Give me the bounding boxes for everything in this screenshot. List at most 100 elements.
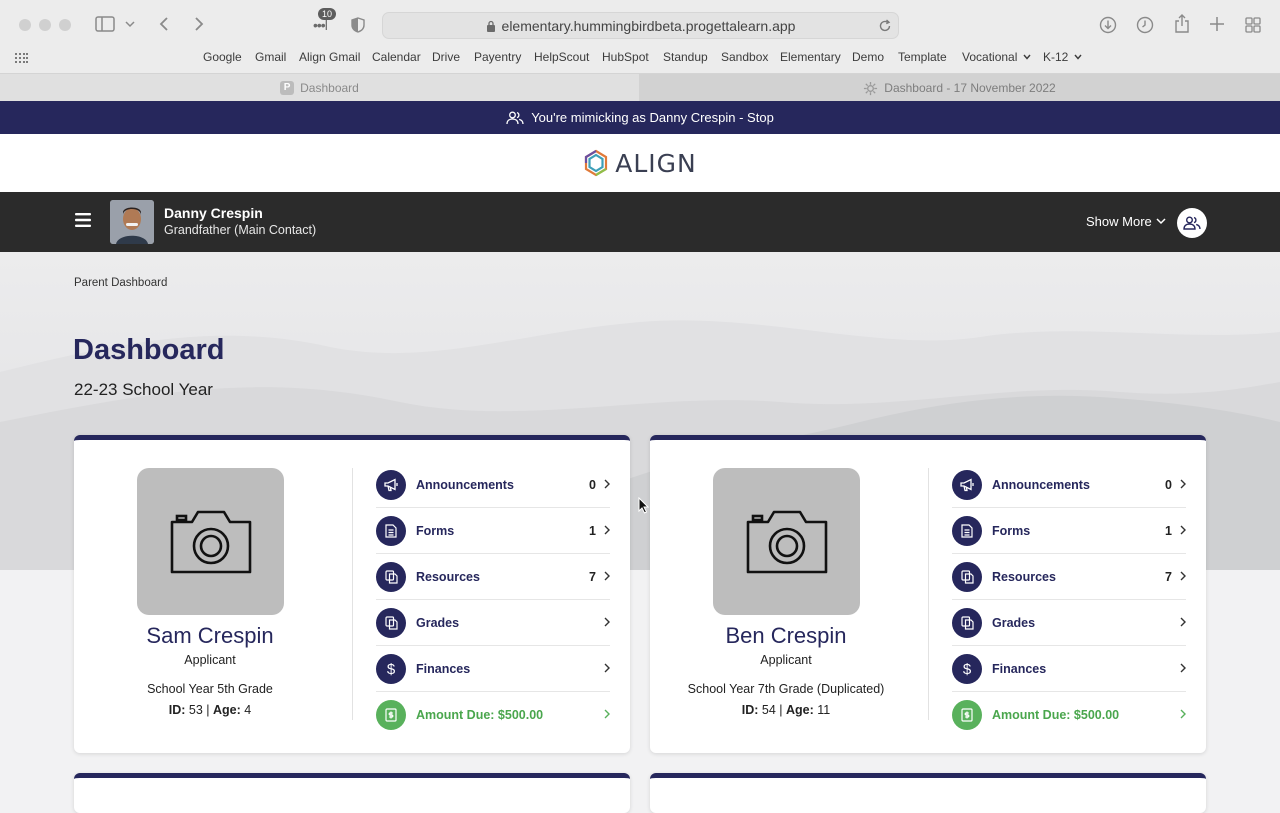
chevron-down-icon bbox=[1156, 218, 1166, 225]
apps-grid-icon[interactable] bbox=[15, 53, 28, 63]
grades-row[interactable]: Grades bbox=[376, 600, 610, 646]
age-label: Age: bbox=[786, 703, 814, 717]
camera-icon bbox=[746, 510, 827, 573]
id-label: ID: bbox=[168, 703, 186, 717]
bookmark-google[interactable]: Google bbox=[203, 50, 242, 64]
row-count: 7 bbox=[1165, 570, 1172, 584]
student-age: 4 bbox=[244, 703, 252, 717]
copy-icon bbox=[376, 608, 406, 638]
resources-row[interactable]: Resources 7 bbox=[376, 554, 610, 600]
chevron-right-icon bbox=[1180, 709, 1186, 719]
close-window-icon[interactable] bbox=[19, 19, 31, 31]
bookmark-template[interactable]: Template bbox=[898, 50, 947, 64]
sidebar-toggle-icon[interactable] bbox=[95, 16, 115, 32]
chevron-right-icon bbox=[604, 571, 610, 581]
student-name[interactable]: Sam Crespin bbox=[74, 623, 350, 649]
bookmark-folder-vocational[interactable]: Vocational bbox=[962, 50, 1031, 64]
row-label: Grades bbox=[992, 616, 1036, 630]
bookmark-drive[interactable]: Drive bbox=[432, 50, 460, 64]
bookmark-sandbox[interactable]: Sandbox bbox=[721, 50, 768, 64]
bookmark-elementary[interactable]: Elementary bbox=[780, 50, 841, 64]
chevron-right-icon bbox=[604, 709, 610, 719]
invoice-icon bbox=[376, 700, 406, 730]
student-age: 11 bbox=[817, 703, 831, 717]
megaphone-icon bbox=[952, 470, 982, 500]
tab-overview-icon[interactable]: 10 •••l bbox=[312, 8, 342, 34]
chevron-right-icon bbox=[604, 663, 610, 673]
bookmark-standup[interactable]: Standup bbox=[663, 50, 708, 64]
chevron-right-icon bbox=[1180, 571, 1186, 581]
bookmark-demo[interactable]: Demo bbox=[852, 50, 884, 64]
forward-icon[interactable] bbox=[193, 16, 205, 32]
shield-icon[interactable] bbox=[351, 17, 365, 33]
student-links: Announcements 0 Forms 1 Resources 7 Grad… bbox=[952, 462, 1186, 738]
share-icon[interactable] bbox=[1174, 14, 1190, 34]
chevron-right-icon bbox=[1180, 479, 1186, 489]
bookmark-align-gmail[interactable]: Align Gmail bbox=[299, 50, 360, 64]
student-name[interactable]: Ben Crespin bbox=[650, 623, 926, 649]
student-status: Applicant bbox=[760, 653, 812, 667]
mimic-banner-text: You're mimicking as Danny Crespin - Stop bbox=[531, 110, 774, 125]
row-count: 0 bbox=[589, 478, 596, 492]
hamburger-menu-icon[interactable] bbox=[75, 213, 91, 227]
resources-row[interactable]: Resources 7 bbox=[952, 554, 1186, 600]
show-more-label: Show More bbox=[1086, 214, 1152, 229]
dollar-icon: $ bbox=[952, 654, 982, 684]
student-photo-placeholder[interactable] bbox=[137, 468, 284, 615]
amount-due-row[interactable]: Amount Due: $500.00 bbox=[376, 692, 610, 738]
grades-row[interactable]: Grades bbox=[952, 600, 1186, 646]
reload-icon[interactable] bbox=[878, 19, 892, 33]
user-bar: Danny Crespin Grandfather (Main Contact)… bbox=[0, 192, 1280, 252]
bookmarks-bar: Google Gmail Align Gmail Calendar Drive … bbox=[0, 50, 1280, 68]
bookmark-hubspot[interactable]: HubSpot bbox=[602, 50, 649, 64]
student-grade: School Year 5th Grade bbox=[147, 682, 273, 696]
finances-row[interactable]: $ Finances bbox=[952, 646, 1186, 692]
bookmark-k12-label: K-12 bbox=[1043, 50, 1069, 64]
lock-icon bbox=[486, 20, 496, 32]
announcements-row[interactable]: Announcements 0 bbox=[376, 462, 610, 508]
user-role: Grandfather (Main Contact) bbox=[164, 223, 317, 237]
avatar bbox=[110, 200, 154, 244]
mouse-cursor-icon bbox=[638, 497, 649, 514]
browser-chrome: 10 •••l elementary.hummingbirdbeta.proge… bbox=[0, 0, 1280, 102]
student-photo-placeholder[interactable] bbox=[713, 468, 860, 615]
student-status: Applicant bbox=[184, 653, 236, 667]
tab-dashboard-17-november[interactable]: Dashboard - 17 November 2022 bbox=[639, 74, 1280, 102]
finances-row[interactable]: $ Finances bbox=[376, 646, 610, 692]
back-icon[interactable] bbox=[158, 16, 170, 32]
switch-user-button[interactable] bbox=[1177, 208, 1207, 238]
bookmark-gmail[interactable]: Gmail bbox=[255, 50, 286, 64]
zoom-window-icon[interactable] bbox=[59, 19, 71, 31]
chevron-right-icon bbox=[604, 617, 610, 627]
chevron-down-icon[interactable] bbox=[125, 20, 135, 28]
age-label: Age: bbox=[213, 703, 241, 717]
address-bar[interactable]: elementary.hummingbirdbeta.progettalearn… bbox=[382, 12, 899, 39]
tab-title: Dashboard bbox=[300, 81, 359, 95]
forms-row[interactable]: Forms 1 bbox=[952, 508, 1186, 554]
minimize-window-icon[interactable] bbox=[39, 19, 51, 31]
bookmark-vocational-label: Vocational bbox=[962, 50, 1018, 64]
row-label: Announcements bbox=[416, 478, 514, 492]
bookmark-helpscout[interactable]: HelpScout bbox=[534, 50, 589, 64]
row-label: Resources bbox=[992, 570, 1056, 584]
tab-dashboard[interactable]: P Dashboard bbox=[0, 74, 639, 102]
chevron-right-icon bbox=[1180, 617, 1186, 627]
row-label: Finances bbox=[416, 662, 471, 676]
bookmark-folder-k12[interactable]: K-12 bbox=[1043, 50, 1082, 64]
show-more-button[interactable]: Show More bbox=[1086, 214, 1166, 229]
megaphone-icon bbox=[376, 470, 406, 500]
forms-row[interactable]: Forms 1 bbox=[376, 508, 610, 554]
bookmark-calendar[interactable]: Calendar bbox=[372, 50, 421, 64]
mimic-banner[interactable]: You're mimicking as Danny Crespin - Stop bbox=[0, 101, 1280, 134]
bookmark-payentry[interactable]: Payentry bbox=[474, 50, 521, 64]
row-count: 0 bbox=[1165, 478, 1172, 492]
amount-due-row[interactable]: Amount Due: $500.00 bbox=[952, 692, 1186, 738]
announcements-row[interactable]: Announcements 0 bbox=[952, 462, 1186, 508]
tab-grid-icon[interactable] bbox=[1245, 17, 1261, 33]
document-icon bbox=[952, 516, 982, 546]
student-card-sam: Sam Crespin Applicant School Year 5th Gr… bbox=[74, 435, 630, 753]
history-icon[interactable] bbox=[1136, 16, 1154, 34]
breadcrumb[interactable]: Parent Dashboard bbox=[74, 277, 167, 289]
downloads-icon[interactable] bbox=[1099, 16, 1117, 34]
new-tab-icon[interactable] bbox=[1210, 17, 1224, 31]
